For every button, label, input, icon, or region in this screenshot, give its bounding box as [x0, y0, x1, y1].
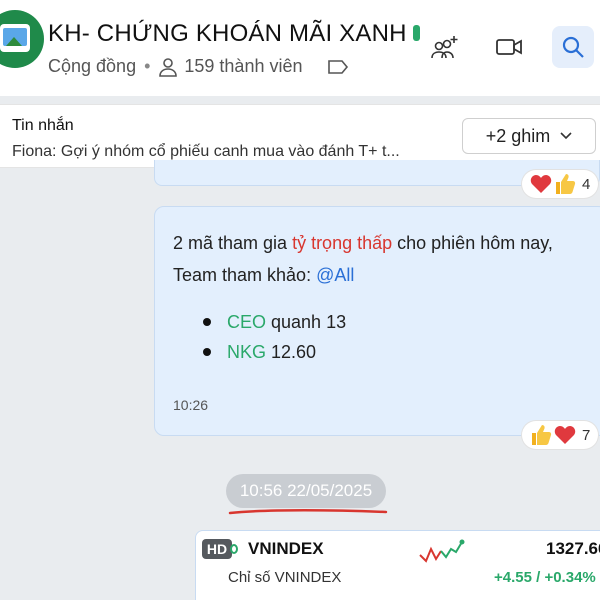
video-camera-icon	[496, 39, 522, 55]
stock-price: 1327.66	[546, 539, 600, 558]
group-avatar[interactable]	[0, 10, 44, 68]
list-item: NKG 12.60	[203, 337, 346, 367]
list-item: CEO quanh 13	[203, 307, 346, 337]
ticker-link[interactable]: CEO	[227, 312, 266, 332]
message-bubble[interactable]: 2 mã tham gia tỷ trọng thấp cho phiên hô…	[154, 206, 600, 436]
reaction-count: 4	[582, 175, 591, 193]
video-call-button[interactable]	[488, 26, 530, 68]
group-title-text: KH- CHỨNG KHOÁN MÃI XANH	[48, 20, 407, 47]
green-badge-icon	[412, 25, 420, 41]
message-reactions[interactable]: 7	[522, 421, 599, 449]
more-pins-label: +2 ghim	[485, 125, 551, 146]
message-time: 10:26	[173, 397, 209, 413]
message-text-start: 2 mã tham gia	[173, 233, 293, 253]
mention-all[interactable]: @All	[316, 265, 354, 285]
status-ring-icon	[230, 544, 238, 554]
add-group-member-icon	[431, 36, 458, 59]
previous-message-reactions[interactable]: 4	[522, 170, 599, 198]
group-subline: Cộng đồng • 159 thành viên	[48, 56, 355, 77]
message-text: 2 mã tham gia tỷ trọng thấp cho phiên hô…	[173, 227, 593, 291]
add-member-button[interactable]	[424, 26, 466, 68]
thumbs-up-icon	[556, 174, 576, 194]
search-button[interactable]	[552, 26, 594, 68]
heart-icon	[530, 175, 552, 193]
reaction-count: 7	[582, 426, 591, 444]
stock-change: +4.55 / +0.34%	[494, 569, 596, 586]
red-underline-annotation	[228, 509, 388, 515]
ticker-note: 12.60	[266, 342, 317, 362]
stock-name: Chỉ số VNINDEX	[228, 569, 342, 586]
person-icon	[159, 57, 178, 77]
header-actions	[424, 26, 594, 68]
stock-symbol[interactable]: VNINDEX	[248, 539, 324, 559]
group-title[interactable]: KH- CHỨNG KHOÁN MÃI XANH	[48, 20, 420, 48]
heart-icon	[554, 426, 576, 444]
date-divider: 10:56 22/05/2025	[226, 474, 386, 508]
pinned-message-preview[interactable]: Fiona: Gợi ý nhóm cổ phiếu canh mua vào …	[12, 143, 452, 161]
chevron-down-icon	[560, 132, 572, 140]
message-highlight: tỷ trọng thấp	[292, 233, 393, 253]
thumbs-up-icon	[532, 425, 552, 445]
sparkline-icon	[419, 539, 465, 563]
more-pins-button[interactable]: +2 ghim	[462, 118, 596, 154]
tag-icon[interactable]	[327, 59, 349, 75]
community-label: Cộng đồng	[48, 56, 137, 76]
chat-header: KH- CHỨNG KHOÁN MÃI XANH Cộng đồng • 159…	[0, 0, 600, 96]
separator-dot: •	[144, 56, 151, 76]
hd-badge: HD	[202, 539, 232, 559]
ticker-note: quanh 13	[266, 312, 347, 332]
stock-card[interactable]: HD VNINDEX 1327.66 Chỉ số VNINDEX +4.55 …	[195, 530, 600, 600]
ticker-link[interactable]: NKG	[227, 342, 266, 362]
member-count[interactable]: 159 thành viên	[184, 56, 302, 77]
search-icon	[562, 36, 584, 58]
image-icon	[0, 24, 30, 52]
pinned-heading: Tin nhắn	[12, 117, 74, 134]
ticker-list: CEO quanh 13 NKG 12.60	[203, 307, 346, 367]
